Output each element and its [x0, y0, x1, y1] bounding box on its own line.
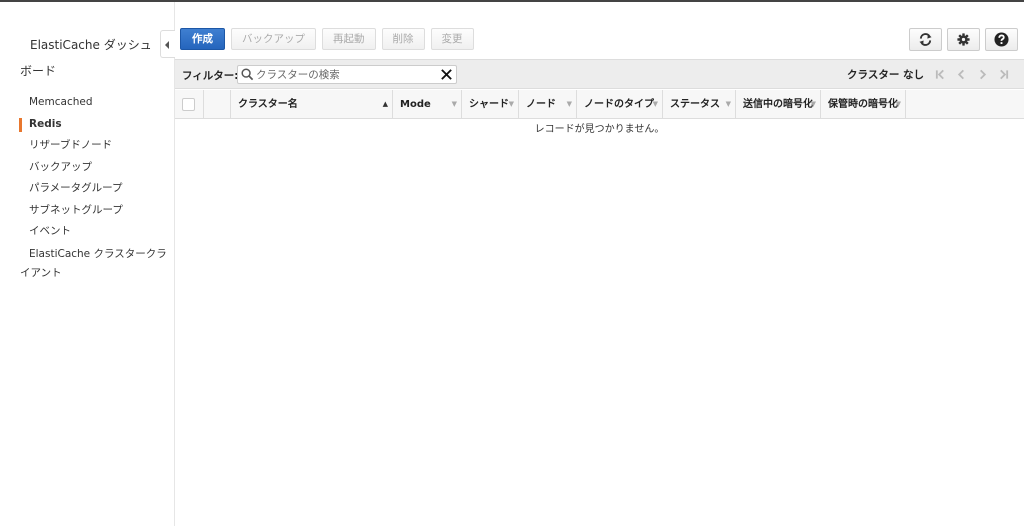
- sidebar-item-events[interactable]: イベント: [0, 221, 175, 243]
- column-mode[interactable]: Mode ▼: [393, 90, 462, 119]
- column-encryption-at-rest[interactable]: 保管時の暗号化 ▼: [821, 90, 906, 119]
- search-input[interactable]: [256, 66, 436, 83]
- last-page-icon[interactable]: [996, 68, 1010, 82]
- column-node-type[interactable]: ノードのタイプ ▼: [577, 90, 663, 119]
- status-icon-column: [204, 90, 231, 119]
- modify-button[interactable]: 変更: [430, 28, 474, 50]
- sidebar-nav: Memcached Redis リザーブドノード バックアップ パラメータグルー…: [0, 92, 175, 283]
- select-all-cell: [175, 90, 204, 119]
- column-nodes[interactable]: ノード ▼: [519, 90, 577, 119]
- gear-icon: [957, 33, 970, 46]
- create-button[interactable]: 作成: [180, 28, 225, 50]
- sort-asc-icon: ▲: [382, 100, 388, 108]
- table-header: クラスター名 ▲ Mode ▼ シャード ▼ ノード ▼ ノードのタイプ ▼ ステータス ▼…: [175, 90, 1024, 119]
- filter-bar: フィルター: クラスター なし: [175, 59, 1024, 89]
- first-page-icon[interactable]: [933, 68, 947, 82]
- delete-button[interactable]: 削除: [381, 28, 425, 50]
- sidebar-title[interactable]: ElastiCache ダッシュボード: [20, 32, 160, 84]
- sidebar: ElastiCache ダッシュボード Memcached Redis リザーブ…: [0, 2, 175, 526]
- next-page-icon[interactable]: [975, 68, 989, 82]
- search-box: [237, 65, 457, 84]
- sidebar-item-parameter-groups[interactable]: パラメータグループ: [0, 178, 175, 200]
- sidebar-item-subnet-groups[interactable]: サブネットグループ: [0, 200, 175, 222]
- sort-icon: ▼: [652, 100, 658, 108]
- refresh-button[interactable]: [909, 28, 942, 51]
- sidebar-item-cluster-client[interactable]: ElastiCache クラスタークライアント: [0, 243, 175, 283]
- help-button[interactable]: [985, 28, 1018, 51]
- sort-icon: ▼: [725, 100, 731, 108]
- close-icon[interactable]: [440, 68, 453, 81]
- sidebar-collapse-icon[interactable]: [160, 30, 175, 58]
- sort-icon: ▼: [810, 100, 816, 108]
- sort-icon: ▼: [508, 100, 514, 108]
- refresh-icon: [919, 33, 932, 46]
- backup-button[interactable]: バックアップ: [231, 28, 316, 50]
- sort-icon: ▼: [451, 100, 457, 108]
- select-all-checkbox[interactable]: [182, 98, 195, 111]
- sort-icon: ▼: [566, 100, 572, 108]
- sort-icon: ▼: [895, 100, 901, 108]
- settings-button[interactable]: [947, 28, 980, 51]
- search-icon: [241, 68, 254, 81]
- help-icon: [994, 32, 1009, 47]
- sidebar-item-memcached[interactable]: Memcached: [0, 92, 175, 114]
- utility-buttons: [909, 28, 1018, 51]
- reboot-button[interactable]: 再起動: [322, 28, 376, 50]
- empty-table-message: レコードが見つかりません。: [534, 124, 665, 135]
- column-status[interactable]: ステータス ▼: [663, 90, 736, 119]
- prev-page-icon[interactable]: [954, 68, 968, 82]
- column-shards[interactable]: シャード ▼: [462, 90, 519, 119]
- column-encryption-in-transit[interactable]: 送信中の暗号化 ▼: [736, 90, 821, 119]
- sidebar-item-redis[interactable]: Redis: [0, 114, 175, 136]
- pager-status: クラスター なし: [847, 69, 924, 81]
- action-toolbar: 作成 バックアップ 再起動 削除 変更: [180, 28, 474, 50]
- filter-label: フィルター:: [182, 70, 239, 82]
- sidebar-item-backups[interactable]: バックアップ: [0, 157, 175, 179]
- pager: クラスター なし: [847, 67, 1010, 82]
- column-cluster-name[interactable]: クラスター名 ▲: [231, 90, 393, 119]
- sidebar-item-reserved-nodes[interactable]: リザーブドノード: [0, 135, 175, 157]
